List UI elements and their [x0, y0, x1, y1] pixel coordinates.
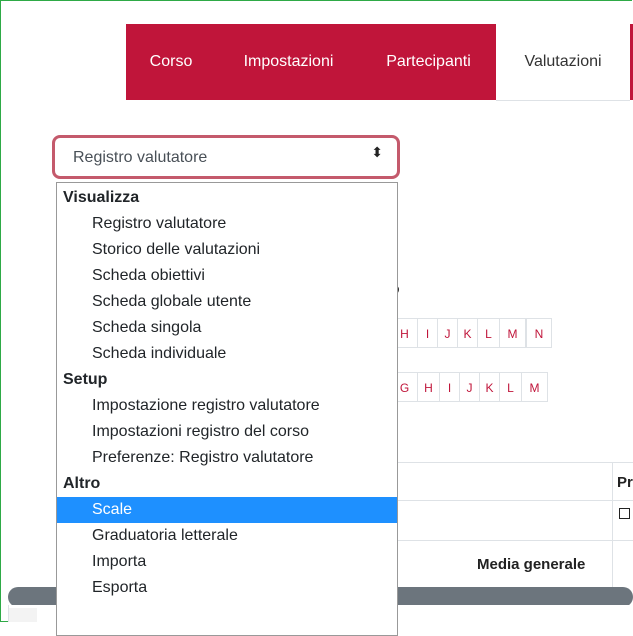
- option-impostazioni-registro-corso[interactable]: Impostazioni registro del corso: [57, 419, 397, 445]
- option-graduatoria-letterale[interactable]: Graduatoria letterale: [57, 523, 397, 549]
- table-border: [397, 462, 633, 463]
- letter-filter[interactable]: L: [500, 372, 522, 402]
- option-scheda-singola[interactable]: Scheda singola: [57, 315, 397, 341]
- option-esporta[interactable]: Esporta: [57, 575, 397, 601]
- letter-filter[interactable]: K: [458, 318, 478, 348]
- letter-filter[interactable]: N: [526, 318, 552, 348]
- table-border: [397, 540, 633, 541]
- table-border: [612, 462, 613, 587]
- bottom-panel-shade: [9, 608, 37, 622]
- tab-partecipanti[interactable]: Partecipanti: [361, 24, 496, 100]
- option-scale[interactable]: Scale: [57, 497, 397, 523]
- group-label-altro: Altro: [63, 475, 101, 492]
- option-scheda-individuale[interactable]: Scheda individuale: [57, 341, 397, 367]
- chevron-updown-icon: ⬍: [371, 144, 383, 160]
- table-border: [397, 500, 633, 501]
- initials-filter-row-1: H I J K L M N: [380, 318, 633, 348]
- report-select[interactable]: Registro valutatore ⬍: [52, 135, 400, 179]
- group-label-visualizza: Visualizza: [63, 189, 140, 206]
- letter-filter[interactable]: L: [478, 318, 500, 348]
- letter-filter[interactable]: H: [418, 372, 440, 402]
- group-label-setup: Setup: [63, 371, 108, 388]
- table-column-header: Pr: [617, 474, 633, 491]
- option-storico-valutazioni[interactable]: Storico delle valutazioni: [57, 237, 397, 263]
- tab-impostazioni[interactable]: Impostazioni: [216, 24, 361, 100]
- option-registro-valutatore[interactable]: Registro valutatore: [57, 211, 397, 237]
- letter-filter[interactable]: J: [438, 318, 458, 348]
- letter-filter[interactable]: M: [500, 318, 526, 348]
- overall-average-label: Media generale: [477, 556, 586, 573]
- checkbox[interactable]: [619, 508, 630, 519]
- tab-corso[interactable]: Corso: [126, 24, 216, 100]
- option-scheda-globale-utente[interactable]: Scheda globale utente: [57, 289, 397, 315]
- report-dropdown-list: Visualizza Registro valutatore Storico d…: [56, 182, 398, 636]
- course-nav: Corso Impostazioni Partecipanti Valutazi…: [126, 24, 633, 101]
- initials-filter-row-2: G H I J K L M: [380, 372, 633, 402]
- option-impostazione-registro[interactable]: Impostazione registro valutatore: [57, 393, 397, 419]
- tab-valutazioni[interactable]: Valutazioni: [496, 24, 630, 101]
- letter-filter[interactable]: K: [480, 372, 500, 402]
- letter-filter[interactable]: I: [418, 318, 438, 348]
- report-select-value: Registro valutatore: [73, 149, 208, 166]
- option-preferenze-registro[interactable]: Preferenze: Registro valutatore: [57, 445, 397, 471]
- option-importa[interactable]: Importa: [57, 549, 397, 575]
- letter-filter[interactable]: J: [460, 372, 480, 402]
- letter-filter[interactable]: M: [522, 372, 548, 402]
- letter-filter[interactable]: I: [440, 372, 460, 402]
- option-scheda-obiettivi[interactable]: Scheda obiettivi: [57, 263, 397, 289]
